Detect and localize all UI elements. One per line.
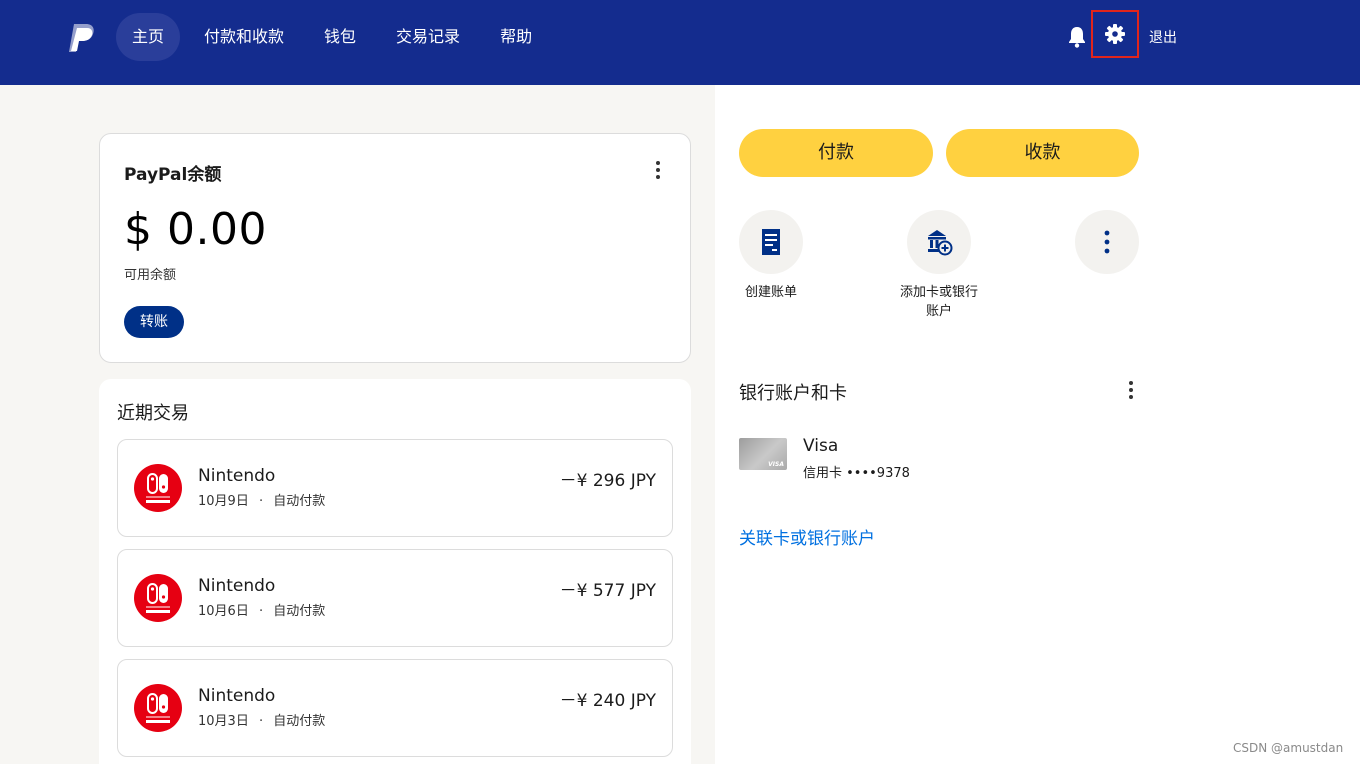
add-card-or-bank-label: 添加卡或银行账户 [899,285,978,319]
receive-button[interactable]: 收款 [946,129,1139,177]
nav-help[interactable]: 帮助 [484,13,548,61]
card-detail: 信用卡 ••••9378 [803,466,910,481]
available-balance-label: 可用余额 [124,268,177,283]
transaction-merchant: Nintendo [198,576,276,596]
meta-separator: · [258,494,264,509]
invoice-icon [762,229,780,255]
recent-activity-title: 近期交易 [117,403,189,424]
gear-icon [1105,24,1125,44]
kebab-icon[interactable] [648,158,668,182]
card-brand[interactable]: Visa [803,436,838,456]
nav-activity[interactable]: 交易记录 [380,13,476,61]
main-nav: 主页 付款和收款 钱包 交易记录 帮助 [116,13,556,61]
card-image-brand: VISA [768,461,784,468]
transaction-date: 10月3日 [198,714,249,729]
balance-card: PayPal余额 $ 0.00 可用余额 转账 [99,133,691,363]
transaction-merchant: Nintendo [198,686,276,706]
transaction-meta: 10月3日 · 自动付款 [198,710,325,729]
transaction-row[interactable]: Nintendo 10月9日 · 自动付款 －¥ 296 JPY [117,439,673,537]
meta-separator: · [258,604,264,619]
pay-button[interactable]: 付款 [739,129,933,177]
transaction-amount: －¥ 240 JPY [559,691,656,711]
logout-link[interactable]: 退出 [1149,27,1177,47]
balance-amount: $ 0.00 [124,204,267,255]
transaction-amount: －¥ 577 JPY [559,581,656,601]
nav-wallet[interactable]: 钱包 [308,13,372,61]
nav-home[interactable]: 主页 [116,13,181,61]
transaction-type: 自动付款 [273,494,326,509]
transaction-type: 自动付款 [273,714,326,729]
transaction-row[interactable]: Nintendo 10月6日 · 自动付款 －¥ 577 JPY [117,549,673,647]
nav-pay-and-receive[interactable]: 付款和收款 [188,13,300,61]
meta-separator: · [258,714,264,729]
link-card-or-bank-link[interactable]: 关联卡或银行账户 [739,524,875,549]
create-invoice-button[interactable] [739,210,803,274]
kebab-icon [1104,230,1110,254]
more-actions-button[interactable] [1075,210,1139,274]
visa-card-image[interactable]: VISA [739,438,787,470]
transaction-date: 10月9日 [198,494,249,509]
nintendo-switch-icon [134,684,182,732]
recent-activity-card: 近期交易 Nintendo 10月9日 · 自动付款 －¥ 296 JPY Ni… [99,379,691,779]
transaction-amount: －¥ 296 JPY [559,471,656,491]
bank-add-icon [928,230,953,256]
top-header: 主页 付款和收款 钱包 交易记录 帮助 退出 [0,0,1360,85]
transaction-type: 自动付款 [273,604,326,619]
bell-icon[interactable] [1066,25,1088,49]
kebab-icon[interactable] [1121,378,1141,402]
transaction-row[interactable]: Nintendo 10月3日 · 自动付款 －¥ 240 JPY [117,659,673,757]
nintendo-switch-icon [134,464,182,512]
add-card-or-bank-button[interactable] [907,210,971,274]
nintendo-switch-icon [134,574,182,622]
balance-title: PayPal余额 [124,165,222,185]
paypal-logo[interactable] [66,22,96,54]
transaction-meta: 10月6日 · 自动付款 [198,600,325,619]
watermark: CSDN @amustdan [1233,741,1344,755]
transaction-meta: 10月9日 · 自动付款 [198,490,325,509]
create-invoice-label: 创建账单 [744,285,797,300]
bank-accounts-title: 银行账户和卡 [739,383,847,404]
transaction-merchant: Nintendo [198,466,276,486]
settings-button[interactable] [1091,10,1139,58]
transaction-date: 10月6日 [198,604,249,619]
transfer-button[interactable]: 转账 [124,306,184,338]
